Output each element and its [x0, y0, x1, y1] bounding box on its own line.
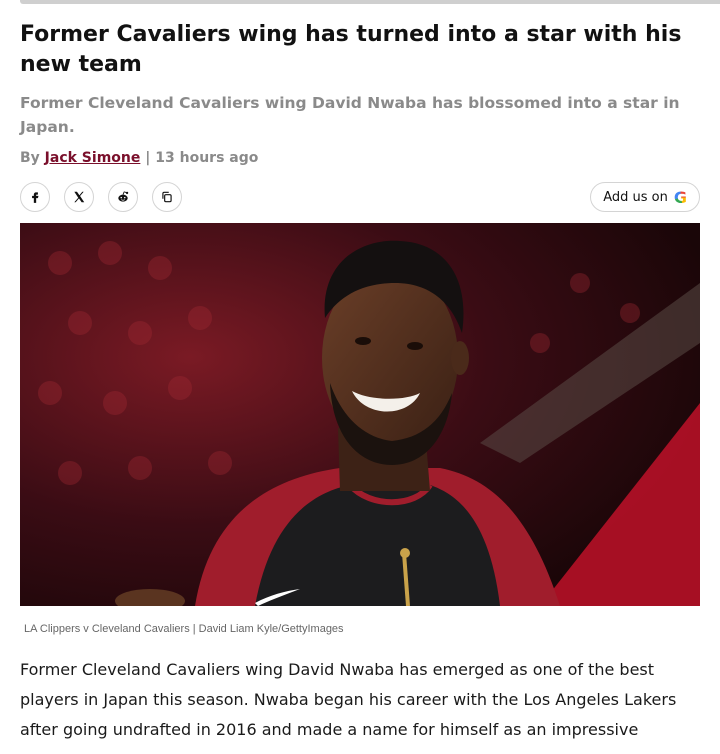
add-us-label: Add us on — [603, 189, 668, 205]
article-subheadline: Former Cleveland Cavaliers wing David Nw… — [20, 94, 680, 136]
copy-link-icon — [162, 191, 172, 203]
x-icon — [74, 191, 85, 203]
share-facebook-button[interactable] — [20, 182, 50, 212]
google-logo: G — [673, 187, 687, 207]
player-photo-illustration — [20, 223, 700, 606]
article-body-paragraph: Former Cleveland Cavaliers wing David Nw… — [20, 660, 677, 739]
article-photo — [20, 223, 700, 606]
article-headline: Former Cavaliers wing has turned into a … — [20, 22, 682, 77]
top-scroll-bar — [20, 0, 720, 4]
facebook-icon — [32, 192, 39, 203]
share-bar — [20, 182, 182, 212]
copy-link-button[interactable] — [152, 182, 182, 212]
image-caption: LA Clippers v Cleveland Cavaliers | Davi… — [24, 623, 344, 635]
share-reddit-button[interactable] — [108, 182, 138, 212]
byline-separator: | — [145, 150, 151, 166]
publish-time: 13 hours ago — [155, 150, 259, 166]
reddit-icon — [118, 191, 129, 202]
author-link[interactable]: Jack Simone — [45, 150, 141, 166]
share-x-button[interactable] — [64, 182, 94, 212]
add-us-on-google-button[interactable]: Add us on G — [590, 182, 700, 212]
byline-prefix: By — [20, 150, 40, 166]
byline: By Jack Simone | 13 hours ago — [20, 150, 258, 166]
